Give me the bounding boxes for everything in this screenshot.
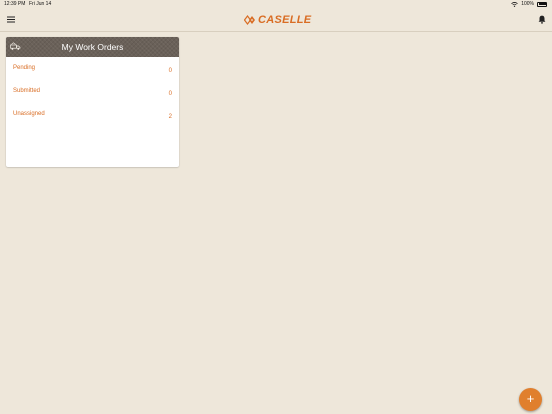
work-orders-card: My Work Orders Pending 0 Submitted 0 Una… xyxy=(6,37,179,167)
logo-text: CASELLE xyxy=(258,14,312,26)
row-unassigned-count: 2 xyxy=(168,114,172,120)
status-date: Fri Jun 14 xyxy=(29,1,52,7)
status-indicators: 100% xyxy=(511,1,547,7)
caselle-logo: CASELLE xyxy=(244,13,311,27)
status-bar: 12:39 PM Fri Jun 14 100% xyxy=(0,0,552,9)
status-time: 12:39 PM xyxy=(4,1,26,7)
battery-percent: 100% xyxy=(521,1,534,7)
work-orders-title: My Work Orders xyxy=(61,42,124,52)
add-work-order-button[interactable]: + xyxy=(519,388,542,411)
row-unassigned-label: Unassigned xyxy=(13,111,45,117)
plus-icon: + xyxy=(526,391,535,406)
app-header: CASELLE xyxy=(0,9,552,32)
row-unassigned[interactable]: Unassigned 2 xyxy=(6,105,179,125)
bell-icon[interactable] xyxy=(538,15,546,24)
row-submitted[interactable]: Submitted 0 xyxy=(6,82,179,102)
row-pending-label: Pending xyxy=(13,65,36,71)
row-submitted-count: 0 xyxy=(168,91,172,97)
hamburger-menu-icon[interactable] xyxy=(7,16,15,23)
battery-icon xyxy=(537,1,547,7)
work-orders-card-header: My Work Orders xyxy=(6,37,179,57)
row-pending-count: 0 xyxy=(168,68,172,74)
row-pending[interactable]: Pending 0 xyxy=(6,59,179,79)
row-submitted-label: Submitted xyxy=(13,88,41,94)
wifi-icon xyxy=(511,1,518,7)
logo-mark-icon xyxy=(244,15,255,25)
